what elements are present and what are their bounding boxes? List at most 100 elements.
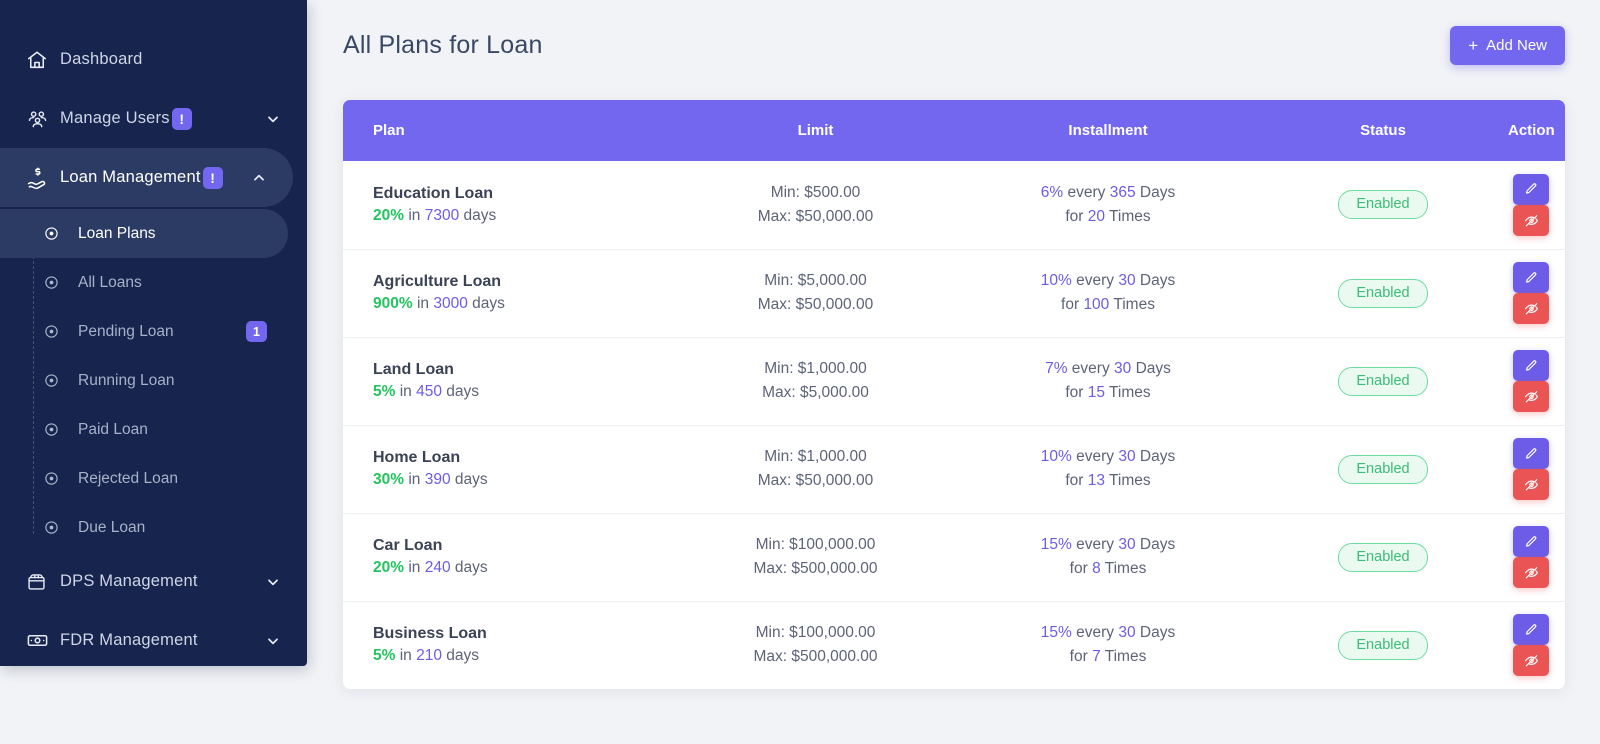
status-badge: Enabled bbox=[1338, 630, 1428, 660]
installment-times: 13 bbox=[1087, 472, 1105, 489]
plan-name: Business Loan bbox=[373, 625, 487, 643]
add-new-label: Add New bbox=[1486, 37, 1547, 54]
installment-times-label: Times bbox=[1109, 472, 1151, 489]
plan-in-word: in bbox=[399, 647, 412, 665]
disable-button[interactable] bbox=[1513, 469, 1549, 500]
installment-rate-line: 7% every 30 Days bbox=[958, 357, 1258, 381]
edit-button[interactable] bbox=[1513, 173, 1549, 205]
table-row: Business Loan 5% in 210 days Min: $100,0… bbox=[343, 601, 1565, 689]
banknote-icon bbox=[26, 629, 60, 652]
loan-plans-table: Plan Limit Installment Status Action Edu… bbox=[343, 100, 1565, 689]
sidebar-item-due-loan[interactable]: Due Loan bbox=[0, 503, 307, 552]
plan-days: 7300 bbox=[424, 206, 460, 224]
chevron-up-icon[interactable] bbox=[251, 170, 267, 186]
installment-days: 30 bbox=[1118, 624, 1136, 642]
dot-circle-icon bbox=[44, 226, 78, 241]
sidebar-item-pending-loan[interactable]: Pending Loan 1 bbox=[0, 307, 307, 356]
installment-every-word: every bbox=[1076, 624, 1115, 642]
sidebar-item-fdr-management[interactable]: FDR Management bbox=[0, 611, 307, 666]
plan-rate: 20% bbox=[373, 206, 405, 224]
installment-times-label: Times bbox=[1109, 384, 1151, 401]
cell-plan: Car Loan 20% in 240 days bbox=[343, 513, 673, 601]
sidebar-subitem-label: Paid Loan bbox=[78, 420, 148, 438]
sidebar-item-manage-users[interactable]: Manage Users ! bbox=[0, 89, 307, 148]
cell-installment: 6% every 365 Days for 20 Times bbox=[958, 161, 1258, 249]
sidebar-item-all-loans[interactable]: All Loans bbox=[0, 258, 307, 307]
users-icon bbox=[26, 107, 60, 130]
eye-off-icon bbox=[1524, 301, 1539, 316]
installment-times-line: for 7 Times bbox=[958, 645, 1258, 669]
installment-rate-line: 15% every 30 Days bbox=[958, 621, 1258, 645]
edit-button[interactable] bbox=[1513, 526, 1549, 557]
eye-off-icon bbox=[1524, 653, 1539, 668]
installment-days-label: Days bbox=[1139, 535, 1176, 553]
installment-for-word: for bbox=[1061, 296, 1080, 313]
cell-installment: 7% every 30 Days for 15 Times bbox=[958, 337, 1258, 425]
installment-days-label: Days bbox=[1139, 271, 1176, 289]
plan-rate: 5% bbox=[373, 383, 396, 400]
limit-min: Min: $500.00 bbox=[770, 183, 861, 201]
installment-for-word: for bbox=[1065, 384, 1084, 401]
sidebar-subitem-label: All Loans bbox=[78, 273, 142, 291]
cell-installment: 10% every 30 Days for 13 Times bbox=[958, 425, 1258, 513]
sidebar-item-running-loan[interactable]: Running Loan bbox=[0, 356, 307, 405]
installment-times-line: for 13 Times bbox=[958, 469, 1258, 493]
cell-status: Enabled bbox=[1258, 249, 1508, 337]
installment-times: 20 bbox=[1087, 207, 1105, 225]
sidebar-item-loan-management[interactable]: Loan Management ! bbox=[0, 148, 293, 207]
cell-limit: Min: $500.00 Max: $50,000.00 bbox=[673, 161, 958, 249]
edit-pencil-icon bbox=[1524, 623, 1538, 637]
disable-button[interactable] bbox=[1513, 293, 1549, 324]
disable-button[interactable] bbox=[1513, 557, 1549, 588]
disable-button[interactable] bbox=[1513, 204, 1549, 236]
chevron-down-icon[interactable] bbox=[265, 633, 281, 649]
chevron-down-icon[interactable] bbox=[265, 111, 281, 127]
sidebar-item-paid-loan[interactable]: Paid Loan bbox=[0, 405, 307, 454]
plan-rate: 5% bbox=[373, 647, 396, 665]
installment-every-word: every bbox=[1076, 447, 1115, 465]
chevron-down-icon[interactable] bbox=[265, 574, 281, 590]
installment-times: 100 bbox=[1083, 296, 1110, 313]
plan-rate-duration: 20% in 7300 days bbox=[373, 207, 673, 225]
cell-installment: 10% every 30 Days for 100 Times bbox=[958, 249, 1258, 337]
plan-rate-duration: 5% in 210 days bbox=[373, 647, 673, 665]
edit-button[interactable] bbox=[1513, 438, 1549, 469]
sidebar-item-rejected-loan[interactable]: Rejected Loan bbox=[0, 454, 307, 503]
loan-plans-table-card: Plan Limit Installment Status Action Edu… bbox=[343, 100, 1565, 689]
limit-max: Max: $50,000.00 bbox=[757, 472, 874, 489]
home-icon bbox=[26, 49, 60, 71]
plan-in-word: in bbox=[399, 383, 412, 400]
installment-times-label: Times bbox=[1113, 296, 1155, 313]
edit-button[interactable] bbox=[1513, 262, 1549, 293]
plan-days-word: days bbox=[463, 206, 497, 224]
sidebar-item-loan-plans[interactable]: Loan Plans bbox=[0, 209, 288, 258]
main-content: All Plans for Loan + Add New Plan Limit … bbox=[307, 0, 1600, 744]
cell-limit: Min: $1,000.00 Max: $50,000.00 bbox=[673, 425, 958, 513]
dot-circle-icon bbox=[44, 471, 78, 486]
installment-rate-line: 6% every 365 Days bbox=[958, 181, 1258, 205]
sidebar-subitem-label: Loan Plans bbox=[78, 224, 156, 242]
edit-button[interactable] bbox=[1513, 614, 1549, 646]
sidebar: Dashboard Manage Users ! Loan Management… bbox=[0, 0, 307, 666]
limit-min: Min: $100,000.00 bbox=[755, 535, 876, 553]
sidebar-item-dps-management[interactable]: DPS Management bbox=[0, 552, 307, 611]
cell-limit: Min: $100,000.00 Max: $500,000.00 bbox=[673, 601, 958, 689]
column-header-plan: Plan bbox=[343, 100, 673, 161]
add-new-button[interactable]: + Add New bbox=[1450, 26, 1565, 65]
edit-pencil-icon bbox=[1524, 447, 1538, 461]
plan-rate: 30% bbox=[373, 471, 405, 488]
plan-days: 210 bbox=[416, 647, 442, 665]
sidebar-item-dashboard[interactable]: Dashboard bbox=[0, 30, 307, 89]
plan-days: 240 bbox=[424, 559, 451, 576]
column-header-status: Status bbox=[1258, 100, 1508, 161]
disable-button[interactable] bbox=[1513, 381, 1549, 412]
limit-min: Min: $100,000.00 bbox=[755, 624, 876, 642]
sidebar-subitem-label: Due Loan bbox=[78, 518, 146, 536]
disable-button[interactable] bbox=[1513, 645, 1549, 677]
edit-button[interactable] bbox=[1513, 350, 1549, 381]
plan-in-word: in bbox=[416, 295, 430, 312]
cell-status: Enabled bbox=[1258, 601, 1508, 689]
installment-days-label: Days bbox=[1139, 447, 1176, 465]
cell-installment: 15% every 30 Days for 8 Times bbox=[958, 513, 1258, 601]
status-badge: Enabled bbox=[1338, 542, 1428, 572]
